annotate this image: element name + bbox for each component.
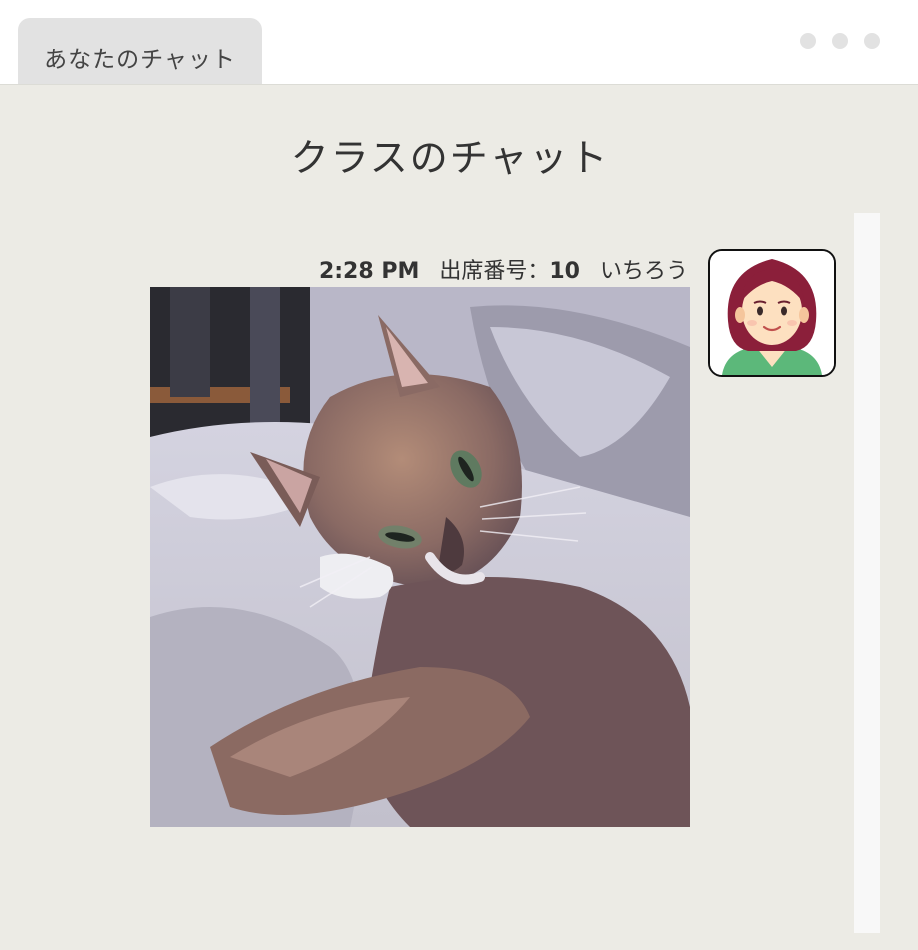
tab-label: あなたのチャット	[44, 47, 236, 73]
cat-photo-icon	[150, 287, 690, 827]
dot-icon	[864, 33, 880, 49]
chat-area: クラスのチャット 2:28 PM 出席番号： 10 いちろう	[0, 84, 918, 950]
dot-icon	[800, 33, 816, 49]
page-title: クラスのチャット	[290, 136, 610, 180]
seat-label: 出席番号：	[439, 259, 550, 284]
avatar[interactable]	[708, 249, 836, 377]
more-options-icon[interactable]	[800, 33, 880, 49]
dot-icon	[832, 33, 848, 49]
message-meta: 2:28 PM 出席番号： 10 いちろう	[319, 253, 688, 285]
tab-your-chat[interactable]: あなたのチャット	[18, 18, 262, 84]
sender-name: いちろう	[599, 259, 688, 284]
message-time: 2:28 PM	[318, 259, 420, 284]
seat-number: 10	[549, 259, 580, 284]
tab-bar: あなたのチャット	[0, 0, 918, 84]
attached-photo[interactable]	[150, 287, 690, 827]
girl-avatar-icon	[710, 251, 834, 375]
chat-window: あなたのチャット クラスのチャット 2:28 PM 出席番号： 10 いちろう	[0, 0, 918, 950]
scrollbar[interactable]	[854, 213, 880, 933]
